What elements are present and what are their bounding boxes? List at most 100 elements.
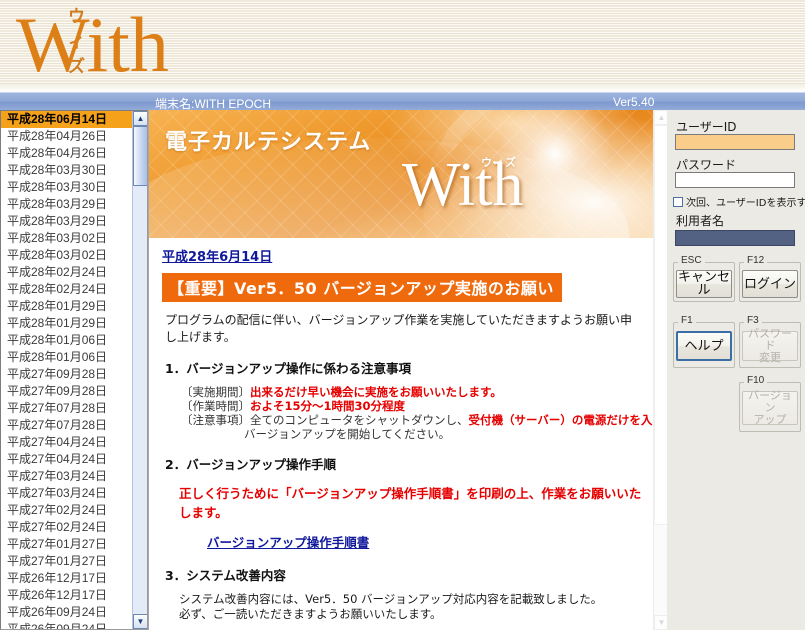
login-panel: ユーザーID パスワード 次回、ユーザーIDを表示する。 利用者名 ESC キャ…: [667, 110, 805, 630]
fkey-legend-f3: F3: [744, 315, 762, 326]
scroll-down-button[interactable]: ▼: [133, 614, 147, 629]
scrollbar-thumb[interactable]: [133, 126, 147, 186]
remember-userid-checkbox-row[interactable]: 次回、ユーザーIDを表示する。: [673, 194, 805, 209]
date-list-item[interactable]: 平成28年04月26日: [1, 128, 132, 145]
hero-subtitle: 電子カルテシステム: [165, 130, 372, 155]
notice-date-list[interactable]: 平成28年06月14日 平成28年04月26日 平成28年04月26日 平成28年03…: [1, 111, 132, 629]
brand-banner: ウィズ With: [0, 0, 805, 92]
notice-title-banner: 【重要】Ver5．50 バージョンアップ実施のお願い: [162, 273, 562, 302]
date-list-item[interactable]: 平成26年12月17日: [1, 570, 132, 587]
chevron-down-icon: ▼: [657, 617, 666, 627]
content-scroll-up-button[interactable]: ▲: [654, 110, 668, 125]
content-scrollbar-thumb[interactable]: [654, 125, 668, 525]
date-list-item[interactable]: 平成26年09月24日: [1, 621, 132, 629]
notice-lead-text: プログラムの配信に伴い、バージョンアップ作業を実施していただきますようお願い申し…: [165, 313, 633, 344]
username-display-field: [675, 230, 795, 246]
date-list-item[interactable]: 平成27年07月28日: [1, 417, 132, 434]
section1-detail-block: 〔実施期間〕出来るだけ早い機会に実施をお願いいたします。 〔作業時間〕およそ15…: [181, 385, 668, 441]
section2-heading: 2．バージョンアップ操作手順: [165, 457, 336, 472]
date-list-item[interactable]: 平成28年03月30日: [1, 162, 132, 179]
section1-row-caution: 〔注意事項〕全てのコンピュータをシャットダウンし、受付機（サーバー）の電源だけを…: [181, 413, 668, 427]
date-list-item[interactable]: 平成27年03月24日: [1, 485, 132, 502]
section1-caution-highlight: 受付機（サーバー）の電源だけを入れた状態: [468, 413, 669, 427]
fkey-group-f10: F10 バージョン アップ: [739, 375, 801, 432]
version-label: Ver5.40: [613, 95, 655, 109]
fkey-group-f12: F12 ログイン: [739, 255, 801, 302]
userid-label: ユーザーID: [676, 120, 737, 134]
section1-caution-text-1: 全てのコンピュータをシャットダウンし、: [250, 413, 469, 427]
section3-heading: 3．システム改善内容: [165, 568, 286, 583]
date-list-item[interactable]: 平成27年04月24日: [1, 434, 132, 451]
section3-body-line1: システム改善内容には、Ver5．50 バージョンアップ対応内容を記載致しました。: [179, 592, 603, 606]
fkey-legend-f1: F1: [678, 315, 696, 326]
section1-period-key: 〔実施期間〕: [181, 385, 250, 399]
date-list-item[interactable]: 平成28年06月14日: [1, 111, 132, 128]
userid-input[interactable]: [675, 134, 795, 150]
section1-period-value: 出来るだけ早い機会に実施をお願いいたします。: [250, 385, 502, 399]
fkey-group-esc: ESC キャンセル: [673, 255, 735, 302]
application-window: ウィズ With 端末名:WITH EPOCH Ver5.40 平成28年06月…: [0, 0, 805, 630]
date-list-item[interactable]: 平成27年01月27日: [1, 536, 132, 553]
date-list-item[interactable]: 平成27年03月24日: [1, 468, 132, 485]
chevron-up-icon: ▲: [136, 113, 145, 123]
date-list-scrollbar[interactable]: ▲ ▼: [132, 111, 147, 629]
brand-logo-text: With: [16, 1, 169, 88]
date-list-item[interactable]: 平成28年03月02日: [1, 230, 132, 247]
scroll-up-button[interactable]: ▲: [133, 111, 147, 126]
login-button[interactable]: ログイン: [742, 270, 798, 298]
date-list-item[interactable]: 平成28年01月29日: [1, 298, 132, 315]
date-list-item[interactable]: 平成28年03月29日: [1, 213, 132, 230]
cancel-button[interactable]: キャンセル: [676, 270, 732, 298]
fkey-legend-f12: F12: [744, 255, 768, 266]
date-list-item[interactable]: 平成26年12月17日: [1, 587, 132, 604]
remember-userid-checkbox[interactable]: [673, 196, 683, 207]
date-list-item[interactable]: 平成28年04月26日: [1, 145, 132, 162]
notice-date-heading: 平成28年6月14日: [162, 250, 273, 265]
section1-duration-key: 〔作業時間〕: [181, 399, 250, 413]
version-up-button[interactable]: バージョン アップ: [742, 390, 798, 426]
date-list-item[interactable]: 平成28年03月29日: [1, 196, 132, 213]
date-list-item[interactable]: 平成27年09月28日: [1, 366, 132, 383]
section1-caution-line2: バージョンアップを開始してください。: [244, 427, 451, 441]
username-label: 利用者名: [676, 214, 725, 228]
section3-body-line2: 必ず、ご一読いただきますようお願いいたします。: [179, 607, 442, 621]
scrollbar-track[interactable]: [133, 186, 147, 614]
password-input[interactable]: [675, 172, 795, 188]
date-list-item[interactable]: 平成28年01月29日: [1, 315, 132, 332]
date-list-item[interactable]: 平成28年02月24日: [1, 281, 132, 298]
date-list-item[interactable]: 平成28年02月24日: [1, 264, 132, 281]
date-list-item[interactable]: 平成27年02月24日: [1, 502, 132, 519]
section1-row-duration: 〔作業時間〕およそ15分～1時間30分程度: [181, 399, 643, 413]
date-list-item[interactable]: 平成27年07月28日: [1, 400, 132, 417]
remember-userid-label: 次回、ユーザーIDを表示する。: [686, 198, 805, 209]
notice-date-listbox[interactable]: 平成28年06月14日 平成28年04月26日 平成28年04月26日 平成28年03…: [0, 110, 148, 630]
hero-banner-image: 電子カルテシステム ウィズ With: [149, 110, 653, 238]
date-list-item[interactable]: 平成27年02月24日: [1, 519, 132, 536]
date-list-item[interactable]: 平成27年09月28日: [1, 383, 132, 400]
change-password-button[interactable]: パスワード 変更: [742, 328, 798, 364]
date-list-item[interactable]: 平成28年03月30日: [1, 179, 132, 196]
content-scrollbar[interactable]: ▲ ▼: [653, 110, 668, 630]
section1-heading: 1．バージョンアップ操作に係わる注意事項: [165, 361, 411, 376]
section1-row-period: 〔実施期間〕出来るだけ早い機会に実施をお願いいたします。: [181, 385, 643, 399]
fkey-legend-esc: ESC: [678, 255, 705, 266]
fkey-legend-f10: F10: [744, 375, 768, 386]
date-list-item[interactable]: 平成28年01月06日: [1, 332, 132, 349]
date-list-item[interactable]: 平成27年04月24日: [1, 451, 132, 468]
date-list-item[interactable]: 平成27年01月27日: [1, 553, 132, 570]
section2-warning-text: 正しく行うために「バージョンアップ操作手順書」を印刷の上、作業をお願いいたします…: [179, 486, 642, 520]
password-label: パスワード: [676, 158, 737, 172]
date-list-item[interactable]: 平成28年03月02日: [1, 247, 132, 264]
link-upgrade-manual[interactable]: バージョンアップ操作手順書: [207, 532, 369, 551]
notice-content-pane: 電子カルテシステム ウィズ With 平成28年6月14日 【重要】Ver5．5…: [148, 110, 668, 630]
content-scroll-down-button[interactable]: ▼: [654, 615, 668, 630]
chevron-up-icon: ▲: [657, 112, 666, 122]
help-button[interactable]: ヘルプ: [676, 331, 732, 361]
section1-duration-value: およそ15分～1時間30分程度: [250, 399, 406, 413]
fkey-group-f1: F1 ヘルプ: [673, 315, 735, 368]
date-list-item[interactable]: 平成26年09月24日: [1, 604, 132, 621]
notice-article: 平成28年6月14日 【重要】Ver5．50 バージョンアップ実施のお願い プロ…: [149, 238, 668, 630]
hero-logo-text: With: [402, 151, 524, 219]
chevron-down-icon: ▼: [136, 616, 145, 626]
date-list-item[interactable]: 平成28年01月06日: [1, 349, 132, 366]
